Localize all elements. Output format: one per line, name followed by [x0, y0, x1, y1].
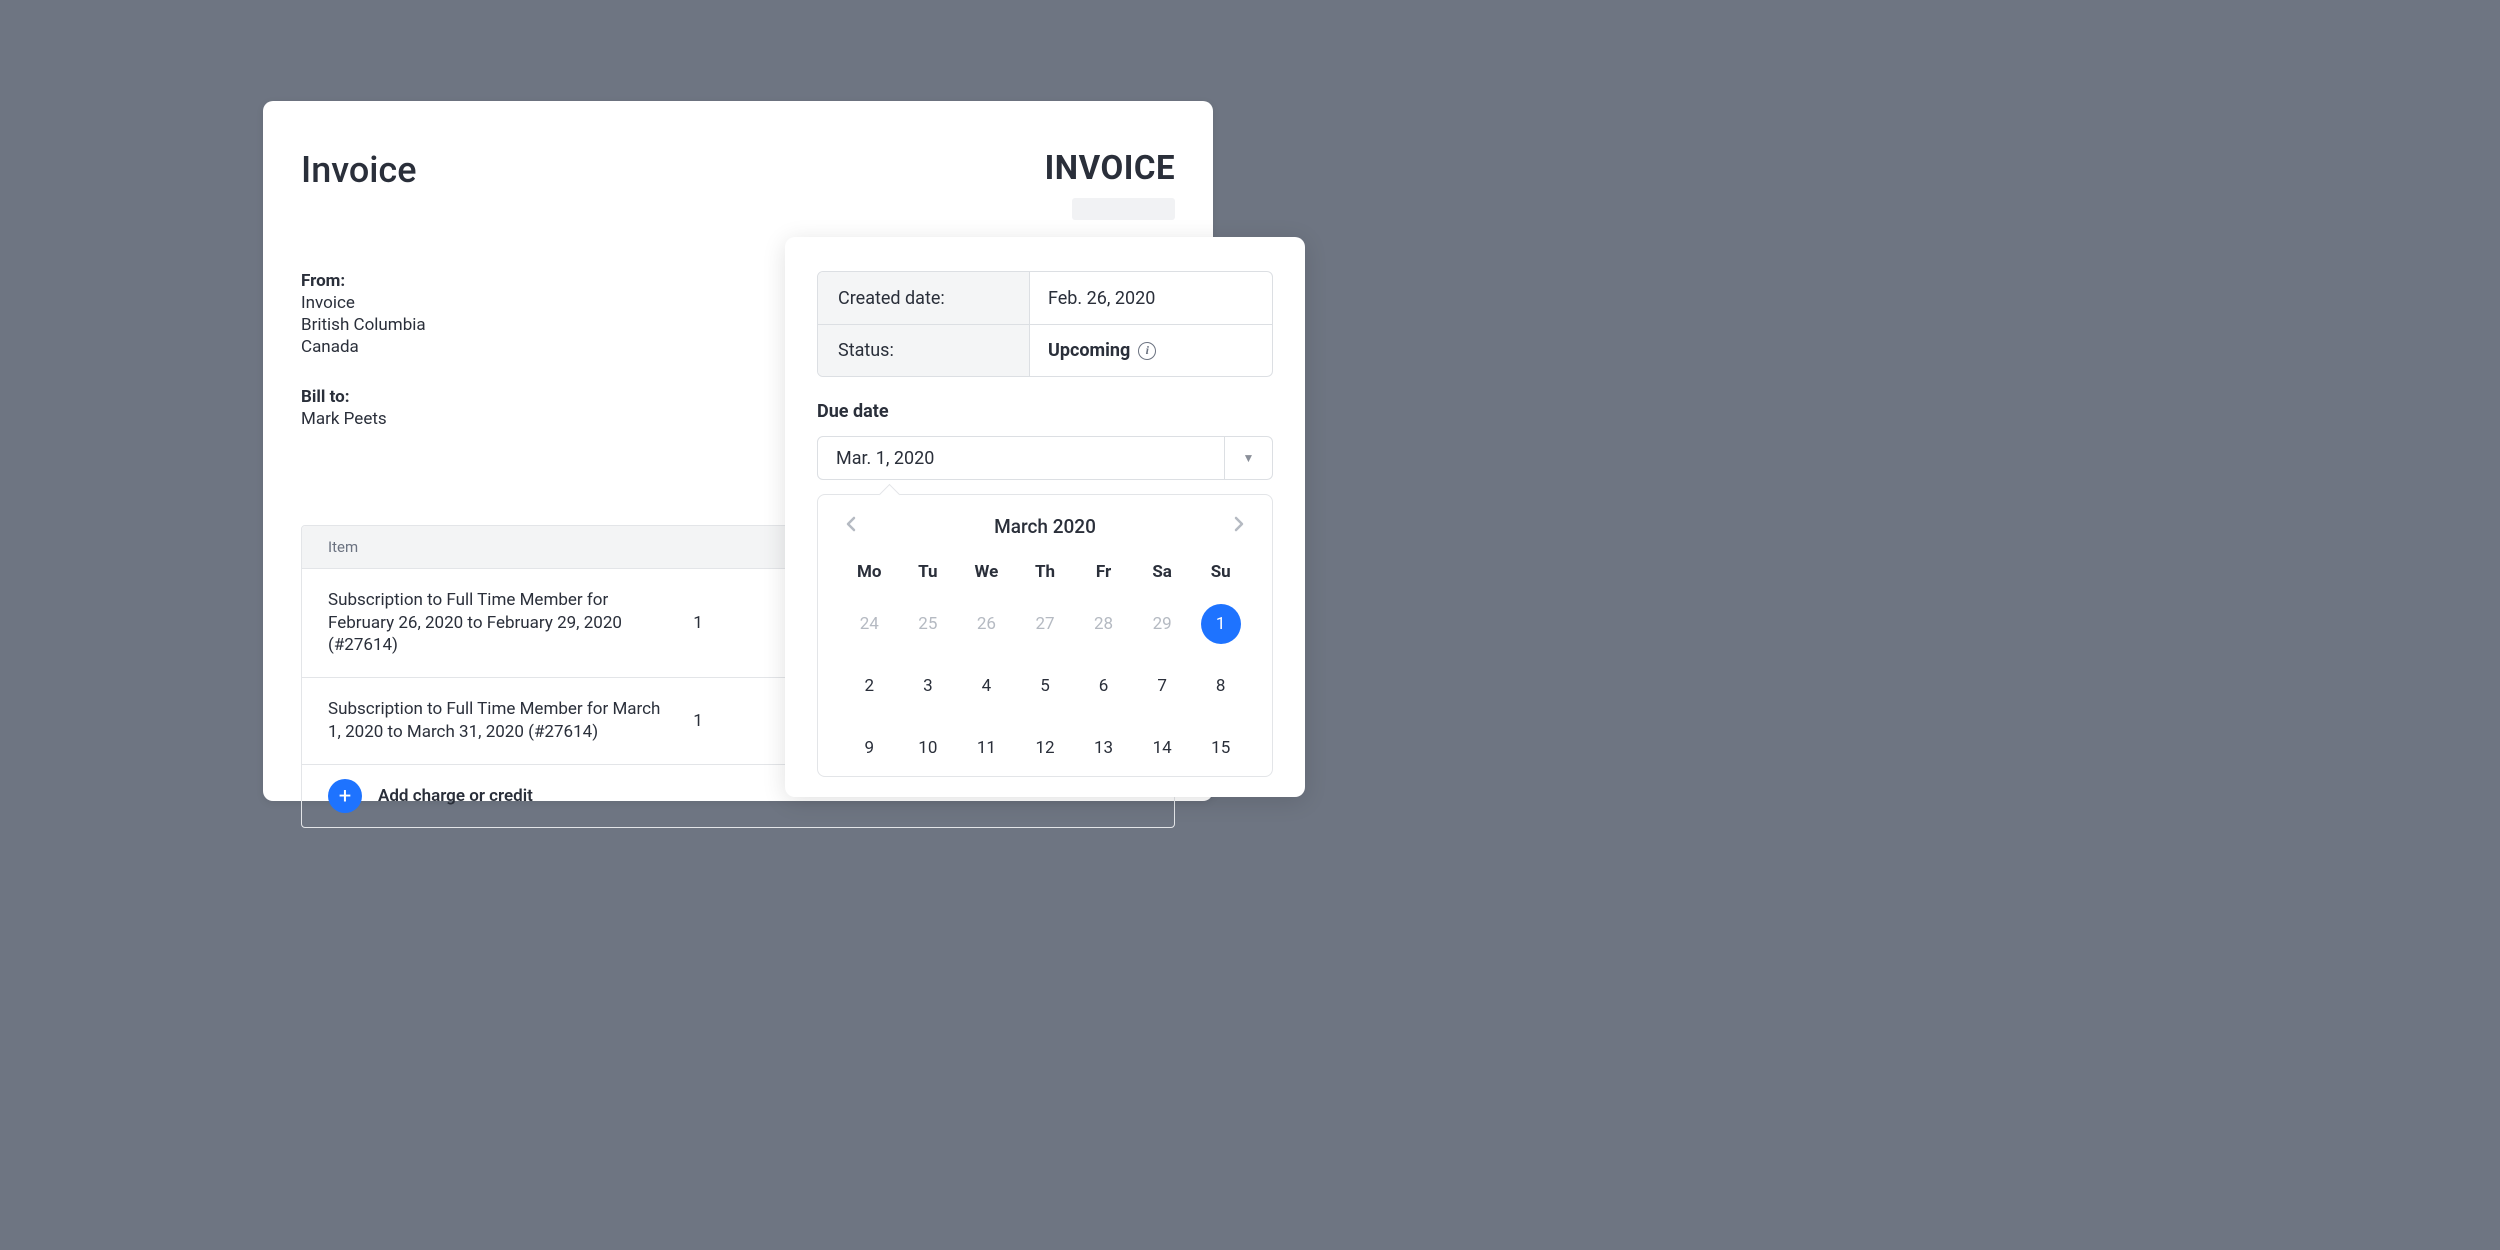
- add-charge-label: Add charge or credit: [378, 786, 533, 806]
- calendar-dow: We: [957, 562, 1016, 582]
- calendar-day[interactable]: 4: [957, 666, 1016, 706]
- created-date-row: Created date: Feb. 26, 2020: [818, 272, 1272, 324]
- status-row: Status: Upcoming i: [818, 324, 1272, 376]
- status-value: Upcoming i: [1030, 340, 1272, 361]
- calendar-grid: MoTuWeThFrSaSu24252627282912345678910111…: [840, 562, 1250, 768]
- calendar-header: March 2020: [840, 515, 1250, 538]
- calendar-month: March 2020: [994, 515, 1096, 538]
- created-date-label: Created date:: [818, 272, 1030, 324]
- calendar-day[interactable]: 14: [1133, 728, 1192, 768]
- item-desc: Subscription to Full Time Member for Feb…: [328, 589, 668, 658]
- invoice-header: Invoice INVOICE: [301, 149, 1175, 220]
- calendar-dow: Mo: [840, 562, 899, 582]
- calendar-day[interactable]: 24: [840, 604, 899, 644]
- item-qty: 1: [668, 711, 728, 731]
- calendar-day[interactable]: 7: [1133, 666, 1192, 706]
- calendar-day[interactable]: 6: [1074, 666, 1133, 706]
- calendar-dow: Th: [1016, 562, 1075, 582]
- created-date-value: Feb. 26, 2020: [1030, 288, 1272, 309]
- calendar-day[interactable]: 3: [899, 666, 958, 706]
- calendar-dow: Su: [1191, 562, 1250, 582]
- info-icon[interactable]: i: [1138, 342, 1156, 360]
- calendar-day[interactable]: 27: [1016, 604, 1075, 644]
- calendar-dow: Fr: [1074, 562, 1133, 582]
- side-panel: Created date: Feb. 26, 2020 Status: Upco…: [785, 237, 1305, 797]
- next-month-button[interactable]: [1230, 516, 1250, 537]
- due-date-value: Mar. 1, 2020: [818, 448, 1224, 469]
- status-text: Upcoming: [1048, 340, 1130, 361]
- calendar-day[interactable]: 10: [899, 728, 958, 768]
- calendar-day[interactable]: 11: [957, 728, 1016, 768]
- prev-month-button[interactable]: [840, 516, 860, 537]
- calendar-day[interactable]: 25: [899, 604, 958, 644]
- brand-placeholder: [1072, 198, 1175, 220]
- calendar-day[interactable]: 1: [1201, 604, 1241, 644]
- calendar-day[interactable]: 15: [1191, 728, 1250, 768]
- calendar-dow: Sa: [1133, 562, 1192, 582]
- calendar-day[interactable]: 2: [840, 666, 899, 706]
- date-picker: March 2020 MoTuWeThFrSaSu242526272829123…: [817, 494, 1273, 777]
- brand-text: INVOICE: [1045, 149, 1175, 188]
- calendar-day[interactable]: 28: [1074, 604, 1133, 644]
- due-date-select[interactable]: Mar. 1, 2020 ▼: [817, 436, 1273, 480]
- invoice-brand: INVOICE: [1045, 149, 1175, 220]
- status-label: Status:: [818, 325, 1030, 376]
- item-qty: 1: [668, 613, 728, 633]
- item-desc: Subscription to Full Time Member for Mar…: [328, 698, 668, 744]
- calendar-day[interactable]: 8: [1191, 666, 1250, 706]
- calendar-day[interactable]: 12: [1016, 728, 1075, 768]
- calendar-day[interactable]: 13: [1074, 728, 1133, 768]
- calendar-dow: Tu: [899, 562, 958, 582]
- calendar-day[interactable]: 26: [957, 604, 1016, 644]
- due-date-label: Due date: [817, 401, 1273, 422]
- page-title: Invoice: [301, 149, 417, 191]
- calendar-day[interactable]: 29: [1133, 604, 1192, 644]
- calendar-day[interactable]: 5: [1016, 666, 1075, 706]
- info-box: Created date: Feb. 26, 2020 Status: Upco…: [817, 271, 1273, 377]
- chevron-down-icon[interactable]: ▼: [1224, 437, 1272, 479]
- calendar-day[interactable]: 9: [840, 728, 899, 768]
- plus-icon[interactable]: +: [328, 779, 362, 813]
